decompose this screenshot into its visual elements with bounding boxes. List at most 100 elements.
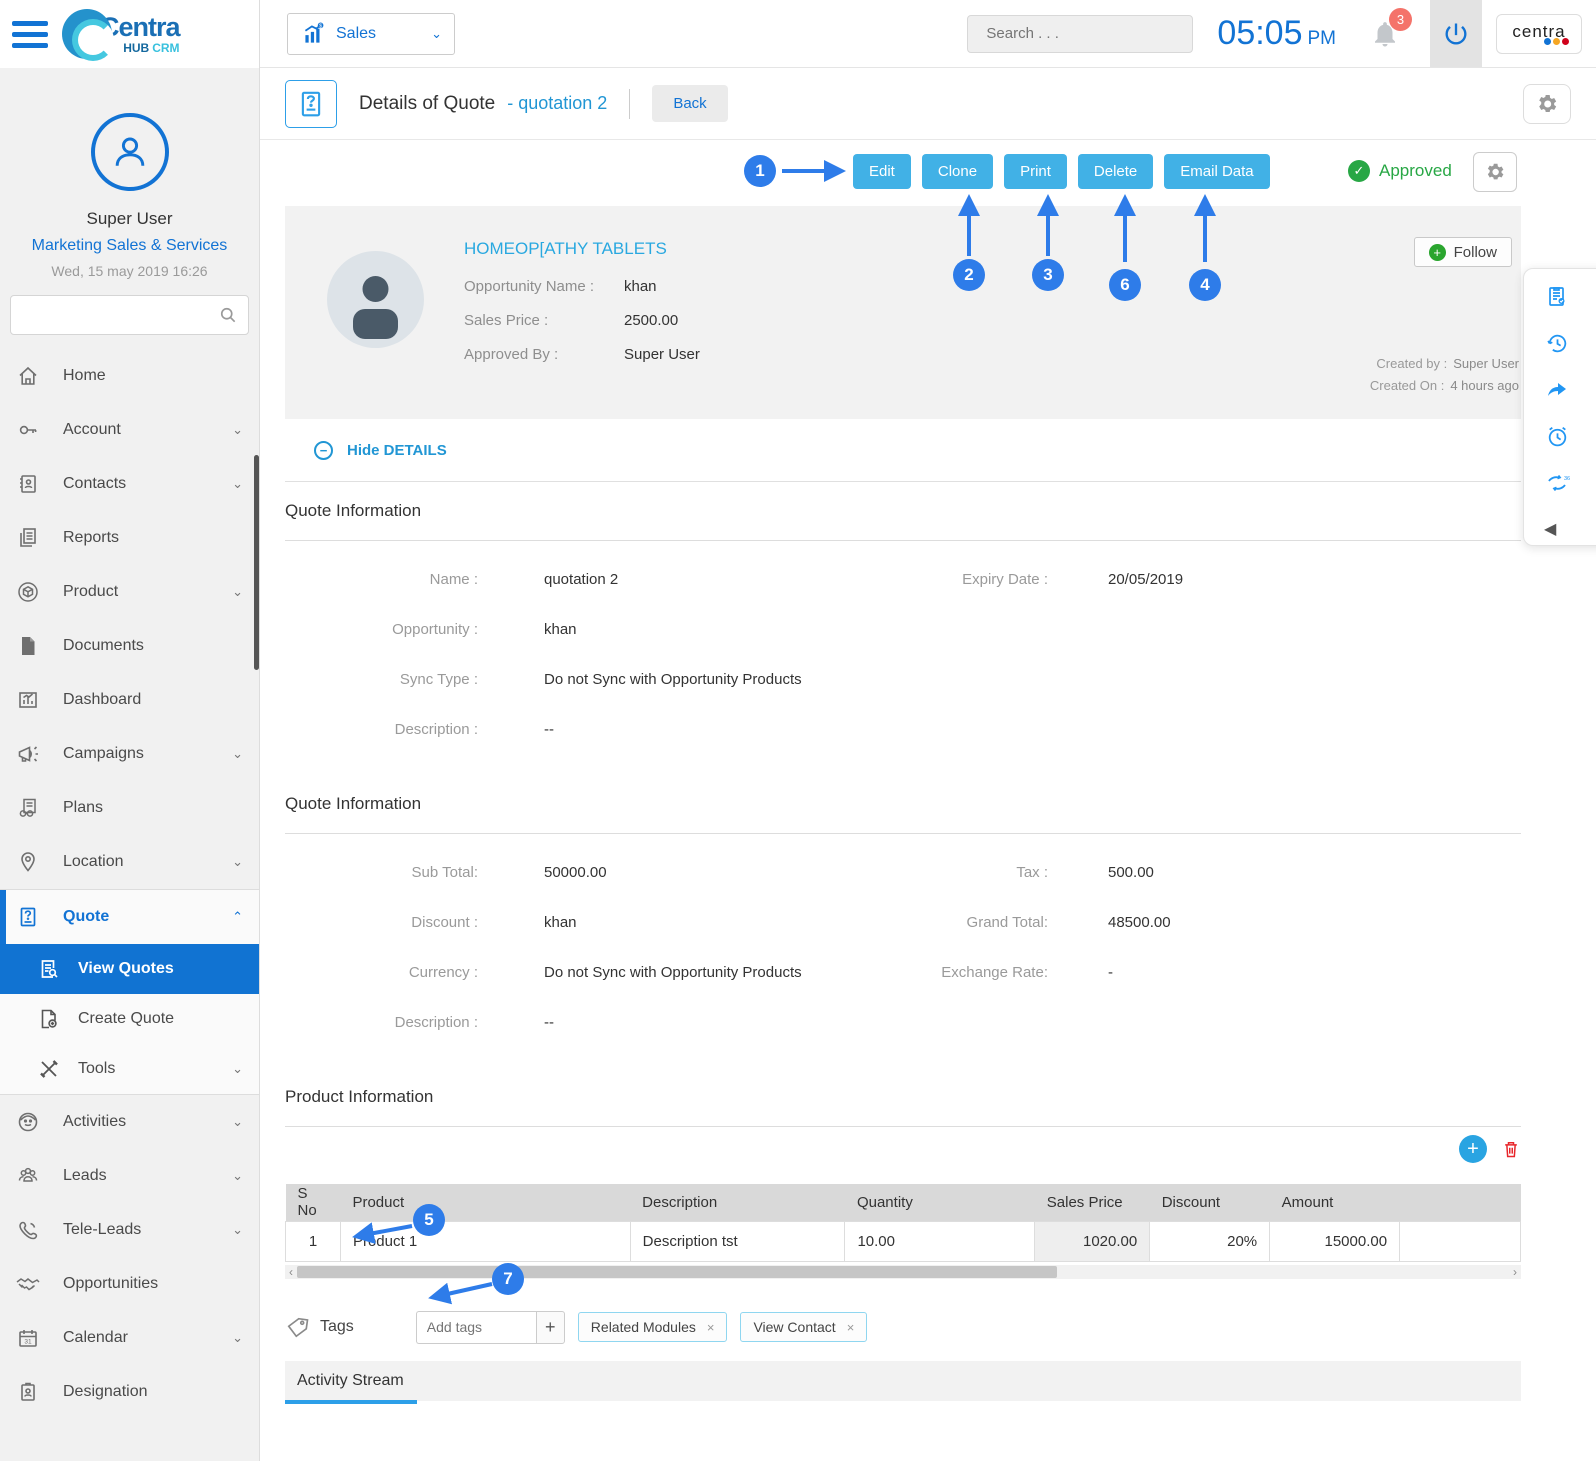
delete-product-button[interactable] <box>1501 1137 1521 1161</box>
check-icon: ✓ <box>1348 160 1370 182</box>
handshake-icon <box>15 1272 41 1296</box>
sidebar-search-input[interactable] <box>21 307 218 323</box>
chevron-up-icon: ⌃ <box>232 909 243 924</box>
sidebar-item-activities[interactable]: Activities ⌄ <box>0 1095 259 1149</box>
table-horizontal-scrollbar[interactable]: ‹ › <box>285 1264 1521 1279</box>
scrollbar-thumb[interactable] <box>297 1265 1057 1278</box>
chip-close-icon[interactable]: × <box>707 1320 715 1335</box>
created-info: Created by : Super User Created On :4 hou… <box>1369 356 1519 393</box>
global-search[interactable] <box>967 14 1194 53</box>
power-icon <box>1445 23 1467 45</box>
field-exchange-rate: Exchange Rate: - <box>941 964 1113 981</box>
quote-info-1-fields: Name : quotation 2 Opportunity : khan Sync… <box>285 541 1521 775</box>
global-search-input[interactable] <box>986 25 1186 42</box>
tag-chip-related-modules[interactable]: Related Modules × <box>577 1312 728 1342</box>
sidebar-header: Centra HUB CRM <box>0 0 259 68</box>
sidebar-item-plans[interactable]: Plans <box>0 781 259 835</box>
add-product-button[interactable]: + <box>1459 1135 1487 1163</box>
sidebar-item-home[interactable]: Home <box>0 349 259 403</box>
tags-label: Tags <box>320 1318 354 1335</box>
sidebar-item-tools[interactable]: Tools ⌄ <box>0 1044 259 1094</box>
scroll-right-icon[interactable]: › <box>1509 1265 1521 1279</box>
sidebar-item-opportunities[interactable]: Opportunities <box>0 1257 259 1311</box>
back-button[interactable]: Back <box>652 85 728 122</box>
edit-button[interactable]: Edit <box>853 154 911 189</box>
quote-doc-icon <box>15 905 41 929</box>
logo-crm-text: CRM <box>152 41 180 55</box>
sidebar-item-view-quotes[interactable]: View Quotes <box>0 944 259 994</box>
hamburger-menu-icon[interactable] <box>12 15 50 54</box>
sidebar-item-documents[interactable]: Documents <box>0 619 259 673</box>
add-tags-input[interactable] <box>415 1310 536 1344</box>
quote-doc-button[interactable] <box>285 79 337 128</box>
hide-details-toggle[interactable]: − Hide DETAILS <box>285 419 1521 482</box>
search-icon <box>220 307 236 323</box>
follow-button[interactable]: + Follow <box>1413 237 1512 267</box>
brand-badge-dots-icon <box>1544 37 1569 45</box>
clone-button[interactable]: Clone <box>921 154 994 189</box>
record-settings-button[interactable] <box>1473 152 1517 192</box>
sidebar-item-tele-leads[interactable]: Tele-Leads ⌄ <box>0 1203 259 1257</box>
print-button[interactable]: Print <box>1004 154 1067 189</box>
sidebar-search[interactable] <box>10 295 249 335</box>
clock-time: 05:05 <box>1217 14 1303 52</box>
sidebar-item-calendar[interactable]: 31 Calendar ⌄ <box>0 1311 259 1365</box>
sidebar-item-designation[interactable]: Designation <box>0 1365 259 1419</box>
field-sales-price: Sales Price : 2500.00 <box>464 312 679 329</box>
sync-360-button[interactable]: 360° <box>1544 471 1570 495</box>
user-avatar[interactable] <box>90 113 169 191</box>
email-data-button[interactable]: Email Data <box>1164 154 1270 189</box>
logout-button[interactable] <box>1430 0 1482 67</box>
page-title: Details of Quote <box>359 92 496 114</box>
logo-swirl-icon <box>62 9 114 61</box>
sidebar-item-account[interactable]: Account ⌄ <box>0 403 259 457</box>
sales-chart-icon: $ <box>304 22 324 43</box>
sidebar-item-campaigns[interactable]: Campaigns ⌄ <box>0 727 259 781</box>
chevron-down-icon: ⌄ <box>232 1114 243 1129</box>
tools-icon <box>36 1057 62 1081</box>
product-table-row[interactable]: 1 Product 1 Description tst 10.00 1020.0… <box>285 1220 1521 1262</box>
megaphone-icon <box>15 742 41 766</box>
sidebar-item-leads[interactable]: Leads ⌄ <box>0 1149 259 1203</box>
chevron-down-icon: ⌄ <box>232 476 243 491</box>
approval-clipboard-button[interactable] <box>1544 283 1570 309</box>
top-header: $ Sales ⌄ 05:05 PM 3 centra <box>260 0 1596 68</box>
module-selector[interactable]: $ Sales ⌄ <box>287 12 455 55</box>
sidebar-scrollbar[interactable] <box>254 455 259 670</box>
sidebar-item-reports[interactable]: Reports <box>0 511 259 565</box>
field-sub-total: Sub Total: 50000.00 <box>411 864 607 881</box>
tag-chip-view-contact[interactable]: View Contact × <box>740 1312 868 1342</box>
section-heading-product-info: Product Information <box>285 1068 1521 1127</box>
user-name: Super User <box>86 209 173 228</box>
notifications-button[interactable]: 3 <box>1370 7 1412 50</box>
chevron-down-icon: ⌄ <box>232 746 243 761</box>
user-department[interactable]: Marketing Sales & Services <box>0 237 259 255</box>
annotation-marker-2: 2 <box>953 259 985 291</box>
quote-doc-icon <box>301 91 321 116</box>
sidebar-item-contacts[interactable]: Contacts ⌄ <box>0 457 259 511</box>
sidebar-item-location[interactable]: Location ⌄ <box>0 835 259 889</box>
page-settings-button[interactable] <box>1523 83 1571 124</box>
panel-collapse-icon[interactable]: ◀ <box>1544 519 1556 539</box>
reminder-alarm-button[interactable] <box>1544 424 1570 449</box>
activity-stream-tab[interactable]: Activity Stream <box>285 1360 1521 1404</box>
action-row: Edit Clone Print Delete Email Data ✓ App… <box>260 140 1596 206</box>
field-description-2: Description : -- <box>394 1014 554 1031</box>
share-button[interactable] <box>1544 378 1570 402</box>
delete-button[interactable]: Delete <box>1077 154 1154 189</box>
chevron-down-icon: ⌄ <box>232 1330 243 1345</box>
sidebar: Centra HUB CRM Super User Marketing Sales… <box>0 0 260 1461</box>
chip-close-icon[interactable]: × <box>847 1320 855 1335</box>
history-button[interactable] <box>1544 331 1570 356</box>
add-tag-button[interactable]: + <box>535 1310 565 1344</box>
quote-product-title[interactable]: HOMEOP[ATHY TABLETS <box>464 239 667 259</box>
sidebar-item-create-quote[interactable]: Create Quote <box>0 994 259 1044</box>
scroll-left-icon[interactable]: ‹ <box>285 1265 297 1279</box>
section-heading-quote-info-1: Quote Information <box>285 482 1521 541</box>
field-tax: Tax :500.00 <box>1016 864 1154 881</box>
sidebar-item-dashboard[interactable]: Dashboard <box>0 673 259 727</box>
sidebar-item-product[interactable]: Product ⌄ <box>0 565 259 619</box>
phone-icon <box>15 1218 41 1242</box>
sidebar-item-quote[interactable]: Quote ⌃ <box>0 890 259 944</box>
plans-icon <box>15 796 41 820</box>
